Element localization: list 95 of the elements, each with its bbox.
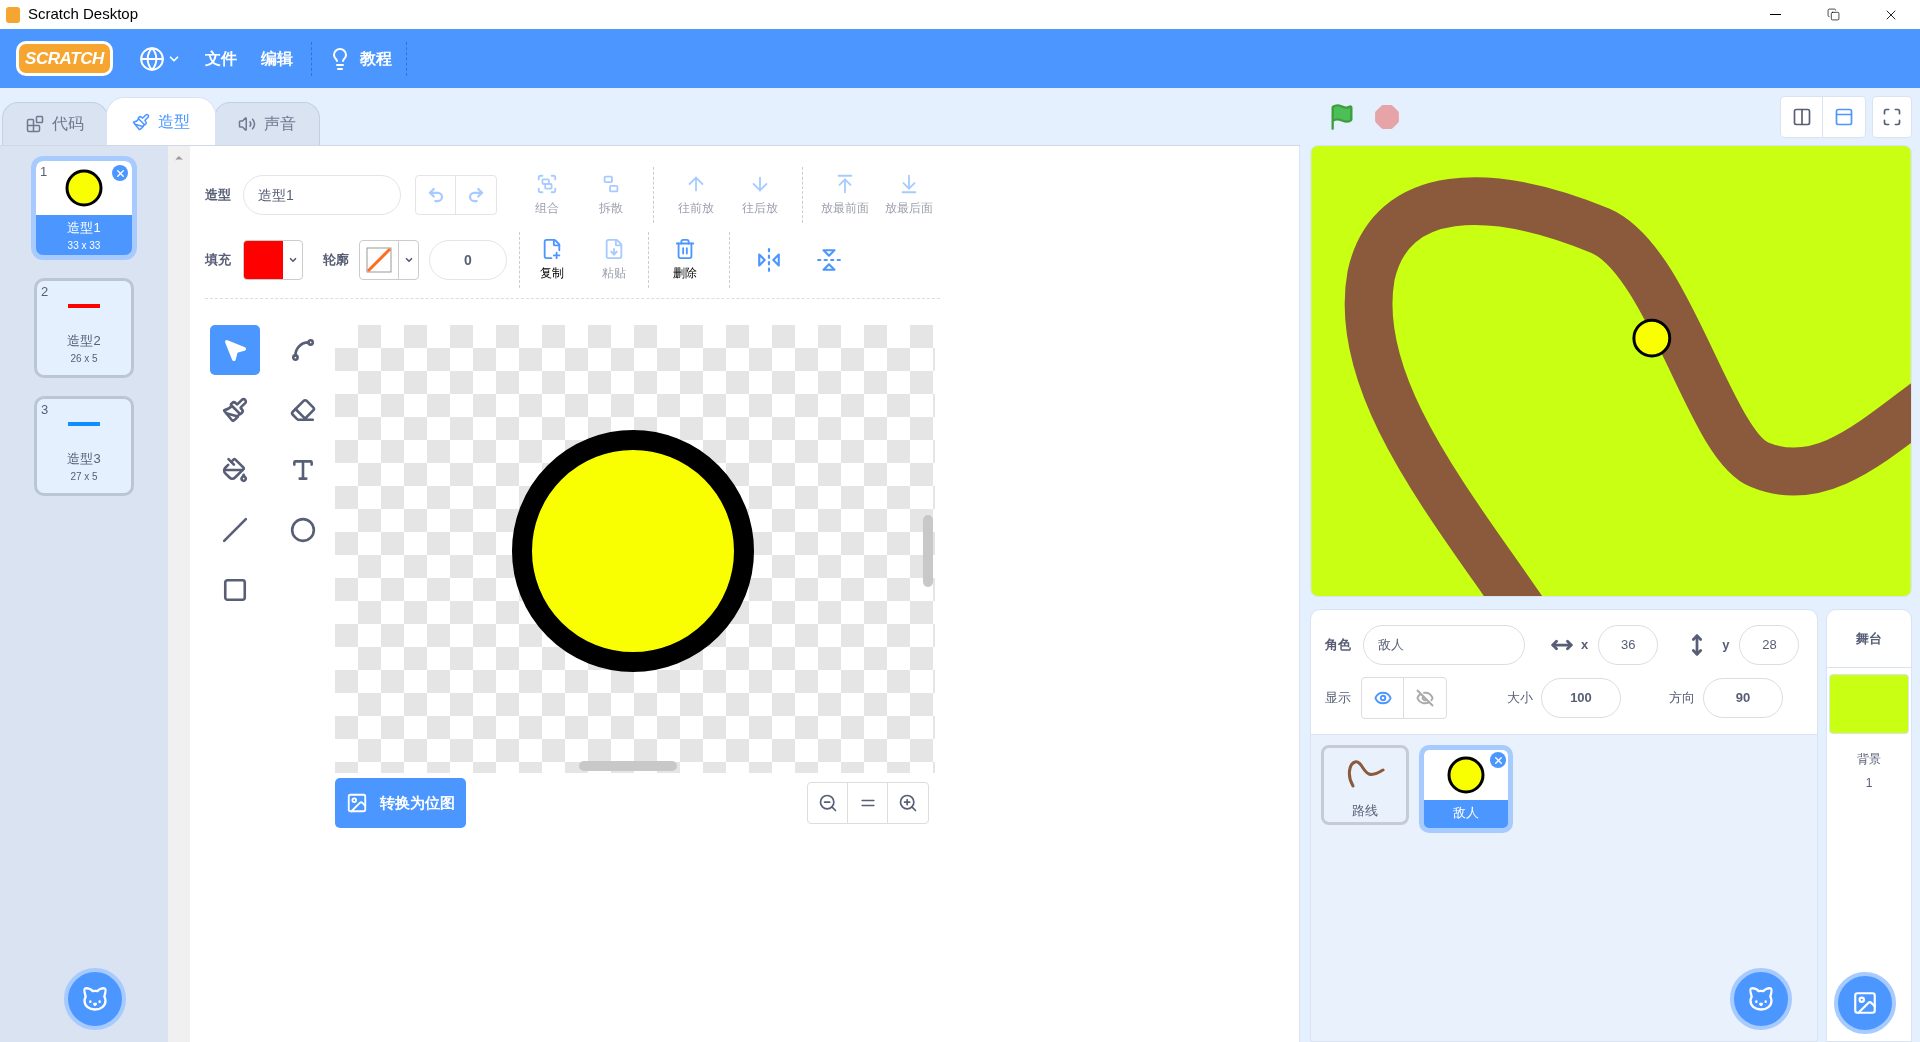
trash-icon xyxy=(674,238,696,260)
stage-panel-title: 舞台 xyxy=(1827,610,1911,668)
square-icon xyxy=(222,577,248,603)
brush-icon xyxy=(132,112,150,131)
redo-icon xyxy=(467,186,485,204)
sprite-card[interactable]: 路线 xyxy=(1321,745,1409,825)
editor-tab[interactable]: 声音 xyxy=(214,102,320,145)
circle-thumbnail xyxy=(64,168,104,208)
cat-icon xyxy=(1747,985,1775,1013)
eye-off-icon xyxy=(1416,689,1434,707)
speaker-icon xyxy=(238,115,256,133)
eye-icon xyxy=(1373,689,1392,707)
convert-to-bitmap-button[interactable]: 转换为位图 xyxy=(335,778,466,828)
group-icon xyxy=(536,173,558,195)
flip-vertical-button[interactable] xyxy=(816,247,842,273)
horizontal-scrollbar[interactable] xyxy=(579,761,677,771)
costume-number: 2 xyxy=(41,283,49,301)
curve-icon xyxy=(289,337,316,363)
direction-label: 方向 xyxy=(1669,689,1695,708)
circle-thumbnail xyxy=(1446,755,1486,795)
y-label: y xyxy=(1722,636,1730,655)
costume-size: 27 x 5 xyxy=(69,469,99,484)
costume-name: 造型2 xyxy=(66,332,102,350)
scratch-logo[interactable]: SCRATCH xyxy=(16,40,113,77)
editor-tab[interactable]: 代码 xyxy=(2,102,108,145)
outline-color-picker[interactable] xyxy=(359,240,419,280)
flip-vertical-icon xyxy=(816,247,842,273)
backdrop-thumbnail[interactable] xyxy=(1829,674,1909,734)
flip-horizontal-button[interactable] xyxy=(756,247,782,273)
costume-name: 造型1 xyxy=(66,219,102,237)
sprite-name: 敌人 xyxy=(1452,804,1480,822)
fill-label: 填充 xyxy=(205,251,232,270)
sprite-card[interactable]: 敌人 xyxy=(1419,745,1513,833)
fullscreen-icon xyxy=(1882,106,1902,127)
image-icon xyxy=(1852,990,1878,1016)
caret-icon xyxy=(287,255,298,265)
sprite-label: 角色 xyxy=(1325,636,1352,655)
no-outline-icon xyxy=(366,247,392,273)
costume-number: 3 xyxy=(41,401,49,419)
costume-size: 33 x 33 xyxy=(66,238,102,253)
undo-icon xyxy=(426,186,445,204)
stop-icon xyxy=(1374,103,1400,130)
costume-name: 造型3 xyxy=(66,450,102,468)
delete-button[interactable]: 删除 xyxy=(655,238,715,282)
paint-bucket-icon xyxy=(222,457,248,483)
zoom-in-icon xyxy=(898,793,918,813)
size-label: 大小 xyxy=(1507,689,1533,708)
image-icon xyxy=(346,792,368,814)
app-icon xyxy=(6,6,20,23)
minimize-icon xyxy=(1769,14,1781,15)
costume-label: 造型 xyxy=(205,186,232,205)
costume-card[interactable]: 3 造型3 27 x 5 xyxy=(34,396,134,496)
backdrop-count: 1 xyxy=(1865,775,1873,792)
vertical-scrollbar[interactable] xyxy=(923,515,933,587)
line-icon xyxy=(222,517,248,543)
costume-card[interactable]: 2 造型2 26 x 5 xyxy=(34,278,134,378)
copy-button[interactable]: 复制 xyxy=(522,238,582,282)
costume-card[interactable]: 1 造型1 33 x 33 xyxy=(31,156,137,260)
show-label: 显示 xyxy=(1325,689,1352,708)
eraser-icon xyxy=(289,397,316,423)
restore-icon xyxy=(1826,8,1840,21)
language-menu[interactable] xyxy=(138,45,181,72)
caret-icon xyxy=(403,255,414,265)
fill-color-picker[interactable] xyxy=(243,240,303,280)
select-tool[interactable] xyxy=(210,325,260,375)
circle-shape[interactable] xyxy=(511,429,755,673)
costume-number: 1 xyxy=(40,163,48,181)
close-icon xyxy=(1492,754,1504,766)
sprite-name: 路线 xyxy=(1351,802,1379,820)
menu-item[interactable]: 编辑 xyxy=(260,46,293,71)
stop-button[interactable] xyxy=(1374,103,1400,130)
x-label: x xyxy=(1581,636,1589,655)
tutorials-button[interactable]: 教程 xyxy=(327,46,392,71)
file-plus-icon xyxy=(541,238,563,260)
flip-horizontal-icon xyxy=(756,247,782,273)
editor-tab[interactable]: 造型 xyxy=(106,97,216,145)
small-stage-icon xyxy=(1791,106,1812,127)
blocks-icon xyxy=(26,115,44,133)
path-thumbnail xyxy=(1345,758,1385,788)
fullscreen-button[interactable] xyxy=(1872,95,1912,138)
costume-size: 26 x 5 xyxy=(69,351,99,366)
normal-stage-icon xyxy=(1834,106,1854,127)
outline-label: 轮廓 xyxy=(323,251,350,270)
circle-icon xyxy=(289,517,316,543)
file-down-icon xyxy=(603,238,625,260)
window-title: Scratch Desktop xyxy=(28,4,139,25)
fill-swatch xyxy=(244,241,283,279)
menu-item[interactable]: 文件 xyxy=(204,46,237,71)
zoom-out-icon xyxy=(817,793,838,813)
cat-icon xyxy=(81,985,109,1013)
backdrops-label: 背景 xyxy=(1857,751,1881,768)
brush-icon xyxy=(222,397,248,423)
globe-icon xyxy=(138,45,165,72)
pointer-icon xyxy=(222,337,248,363)
close-icon xyxy=(114,167,126,179)
